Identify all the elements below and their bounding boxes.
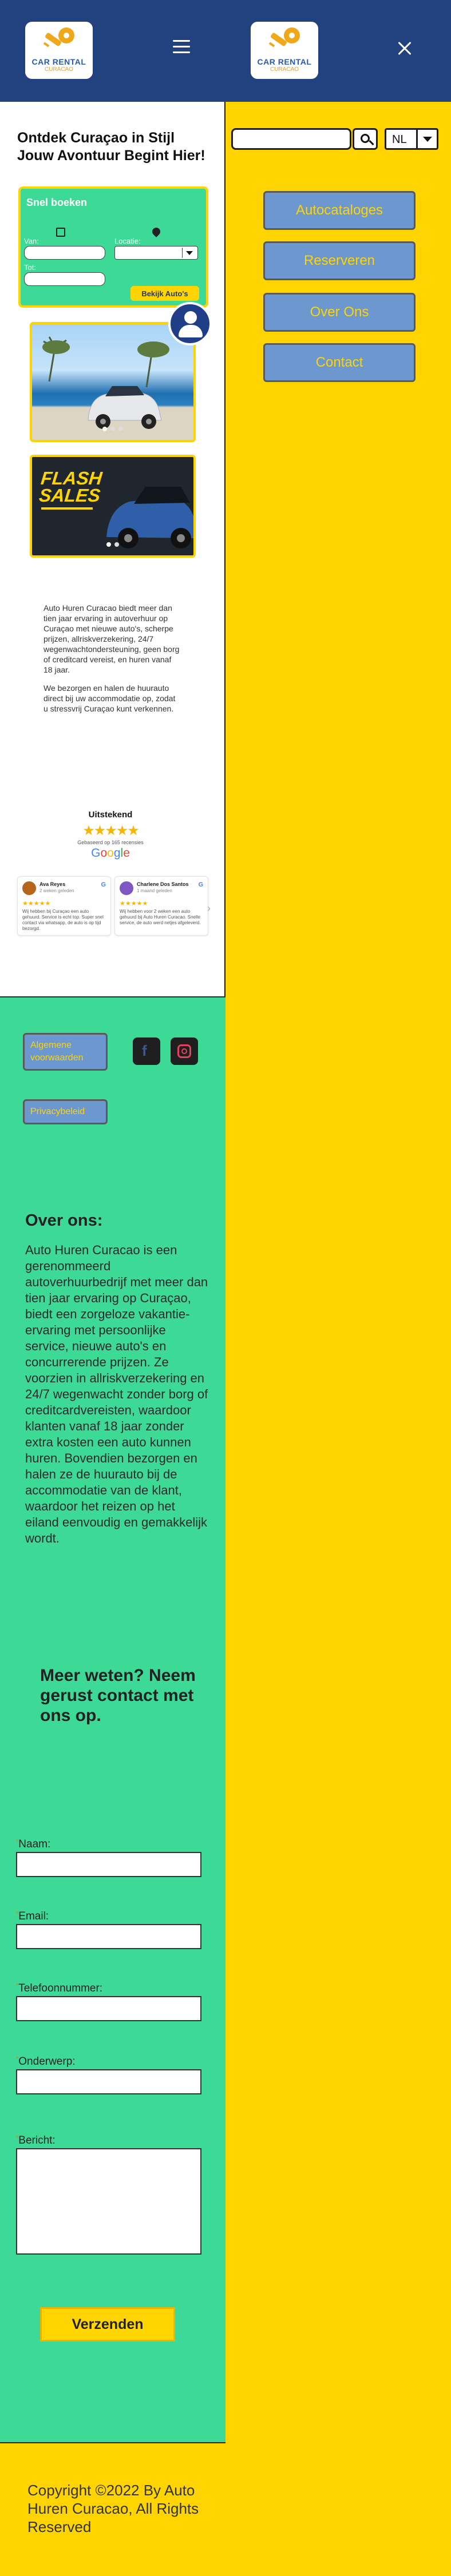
review-stars: ★★★★★ (22, 900, 51, 907)
chevron-down-icon (186, 251, 193, 255)
site-header: CAR RENTAL CURACAO (0, 0, 226, 102)
view-cars-button[interactable]: Bekijk Auto's (130, 286, 199, 301)
about-us-title: Over ons: (25, 1211, 103, 1230)
to-date-input[interactable] (24, 272, 105, 286)
subject-input[interactable] (16, 2069, 201, 2094)
review-card[interactable]: Charlene Dos Santos 1 maand geleden G ★★… (114, 876, 208, 936)
submit-button[interactable]: Verzenden (40, 2307, 175, 2342)
name-label: *Naam: (16, 1838, 50, 1851)
car-key-logo-icon (43, 27, 74, 47)
google-reviews-widget: Uitstekend ★★★★★ Gebaseerd op 165 recens… (17, 810, 217, 936)
copyright-footer: Copyright ©2022 By Auto Huren Curacao, A… (0, 2442, 226, 2576)
search-icon (361, 134, 370, 143)
car-key-logo-icon (268, 27, 300, 47)
menu-item-over-ons[interactable]: Over Ons (263, 293, 416, 332)
chevron-right-icon[interactable]: › (207, 903, 211, 915)
about-intro: Auto Huren Curacao biedt meer dan tien j… (43, 603, 181, 722)
message-label: *Bericht: (16, 2134, 56, 2147)
instagram-icon[interactable] (171, 1037, 198, 1065)
rating-label: Uitstekend (88, 810, 133, 820)
search-input[interactable] (231, 128, 351, 150)
review-stars: ★★★★★ (120, 900, 148, 907)
reviewer-avatar (22, 881, 36, 895)
email-input[interactable] (16, 1924, 201, 1949)
about-paragraph: We bezorgen en halen de huurauto direct … (43, 683, 176, 713)
to-label: Tot: (24, 263, 36, 272)
about-paragraph: Auto Huren Curacao biedt meer dan tien j… (43, 603, 180, 674)
reviewer-name: Ava Reyes (39, 881, 66, 887)
close-icon[interactable] (397, 41, 412, 56)
chat-avatar-icon[interactable] (168, 302, 212, 345)
site-header: CAR RENTAL CURACAO (226, 0, 451, 102)
location-pin-icon (151, 226, 162, 237)
name-input[interactable] (16, 1852, 201, 1877)
label-text: Bericht: (18, 2134, 56, 2146)
google-g-icon: G (101, 881, 106, 888)
review-text: Wij hebben bij Curaçao een auto gehuurd.… (22, 909, 104, 931)
reviewer-avatar (120, 881, 133, 895)
slider-dots (32, 424, 193, 434)
menu-item-autocataloges[interactable]: Autocataloges (263, 191, 416, 230)
reviewer-name: Charlene Dos Santos (137, 881, 189, 887)
slider-dot[interactable] (110, 427, 115, 431)
hero-slide-car-beach[interactable] (30, 322, 196, 442)
calendar-icon (56, 228, 65, 237)
quick-booking-title: Snel boeken (26, 197, 88, 208)
location-select[interactable] (114, 246, 198, 260)
review-text: Wij hebben voor 2 weken een auto gehuurd… (120, 909, 201, 925)
google-g-icon: G (198, 881, 203, 888)
promo-slide-flash-sales[interactable]: FLASH SALES (30, 455, 196, 558)
footer-green: Algemene voorwaarden Privacybeleid f Ove… (0, 996, 226, 2442)
google-logo: Google (91, 846, 130, 860)
slider-dot[interactable] (102, 427, 107, 431)
hamburger-menu-icon[interactable] (173, 40, 190, 54)
about-us-text: Auto Huren Curacao is een gerenommeerd a… (25, 1243, 208, 1545)
flash-sales-title: FLASH SALES (38, 468, 104, 506)
menu-item-reserveren[interactable]: Reserveren (263, 241, 416, 280)
chevron-down-icon (423, 137, 432, 142)
logo-subtext: CURACAO (270, 66, 299, 73)
logo-subtext: CURACAO (44, 66, 73, 73)
reviews-count: Gebaseerd op 165 recensies (77, 840, 144, 845)
quick-booking-form: Snel boeken Van: Locatie: Tot: Bekijk Au… (18, 186, 208, 308)
copyright-text: Copyright ©2022 By Auto Huren Curacao, A… (27, 2482, 199, 2535)
label-text: Email: (18, 1910, 49, 1922)
flash-line-2: SALES (38, 485, 102, 506)
language-select[interactable]: NL (385, 128, 438, 150)
slider-dot[interactable] (118, 427, 123, 431)
hero-title: Ontdek Curaçao in Stijl Jouw Avontuur Be… (17, 130, 205, 164)
contact-title: Meer weten? Neem gerust contact met ons … (40, 1666, 196, 1725)
review-date: 2 weken geleden (39, 888, 74, 893)
facebook-icon[interactable]: f (133, 1037, 160, 1065)
label-text: Naam: (18, 1838, 51, 1850)
slider-dot[interactable] (106, 542, 111, 547)
flash-underline (41, 507, 93, 510)
logo-text: CAR RENTAL (31, 57, 86, 66)
slider-dots (32, 539, 193, 550)
menu-item-contact[interactable]: Contact (263, 343, 416, 382)
from-date-input[interactable] (24, 246, 105, 260)
rating-stars: ★★★★★ (82, 823, 140, 838)
site-logo[interactable]: CAR RENTAL CURACAO (25, 22, 93, 79)
email-label: *Email: (16, 1910, 49, 1923)
language-value: NL (392, 133, 407, 146)
subject-label: *Onderwerp: (16, 2056, 76, 2068)
phone-label: *Telefoonnummer: (16, 1982, 102, 1995)
review-date: 1 maand geleden (137, 888, 172, 893)
review-card[interactable]: Ava Reyes 2 weken geleden G ★★★★★ Wij he… (17, 876, 111, 936)
site-logo[interactable]: CAR RENTAL CURACAO (251, 22, 318, 79)
menu-overlay: CAR RENTAL CURACAO NL Autocataloges Rese… (226, 0, 451, 2576)
from-label: Van: (24, 237, 39, 245)
terms-link[interactable]: Algemene voorwaarden (23, 1033, 108, 1071)
label-text: Onderwerp: (18, 2056, 76, 2068)
phone-input[interactable] (16, 1996, 201, 2021)
message-textarea[interactable] (16, 2148, 201, 2255)
label-text: Telefoonnummer: (18, 1982, 103, 1994)
page-view: CAR RENTAL CURACAO Ontdek Curaçao in Sti… (0, 0, 226, 2576)
location-label: Locatie: (114, 237, 141, 245)
slider-dot[interactable] (114, 542, 119, 547)
logo-text: CAR RENTAL (257, 57, 312, 66)
privacy-link[interactable]: Privacybeleid (23, 1099, 108, 1124)
search-button[interactable] (353, 128, 378, 150)
